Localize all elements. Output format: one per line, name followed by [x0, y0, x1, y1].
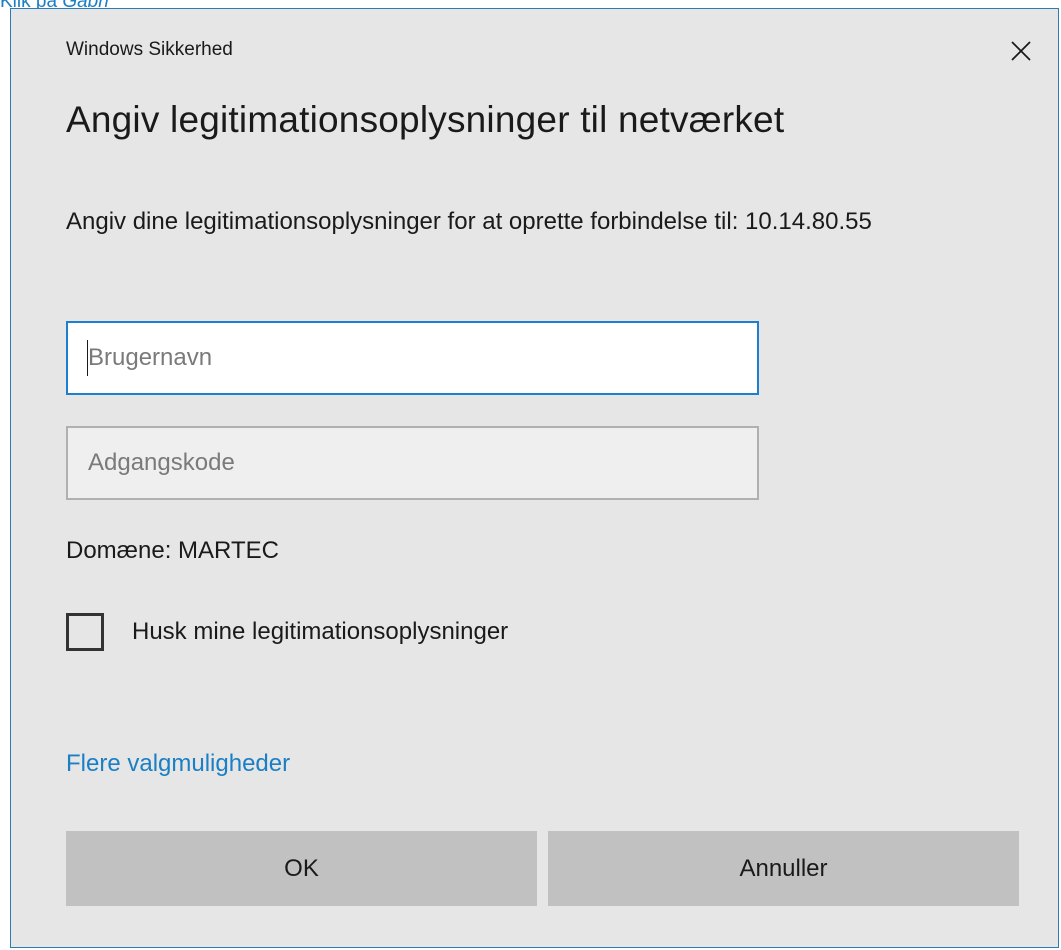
dialog-heading: Angiv legitimationsoplysninger til netvæ… — [66, 99, 785, 140]
close-button[interactable] — [1001, 31, 1041, 71]
ok-button[interactable]: OK — [66, 831, 537, 906]
password-input[interactable] — [66, 426, 759, 500]
username-input[interactable] — [66, 321, 759, 395]
remember-checkbox[interactable] — [66, 613, 104, 651]
credentials-dialog: Windows Sikkerhed Angiv legitimationsopl… — [10, 8, 1059, 948]
dialog-description: Angiv dine legitimationsoplysninger for … — [66, 208, 872, 235]
domain-label: Domæne: MARTEC — [66, 537, 279, 564]
cancel-button[interactable]: Annuller — [548, 831, 1019, 906]
remember-credentials-option[interactable]: Husk mine legitimationsoplysninger — [66, 613, 508, 651]
page: Klik på Gabrl Windows Sikkerhed Angiv le… — [0, 0, 1061, 950]
text-caret — [87, 340, 88, 376]
ok-button-label: OK — [284, 854, 319, 882]
more-options-link[interactable]: Flere valgmuligheder — [66, 750, 290, 778]
cancel-button-label: Annuller — [739, 854, 828, 882]
close-icon — [1011, 41, 1031, 61]
remember-label[interactable]: Husk mine legitimationsoplysninger — [132, 618, 508, 646]
window-title: Windows Sikkerhed — [66, 39, 233, 60]
